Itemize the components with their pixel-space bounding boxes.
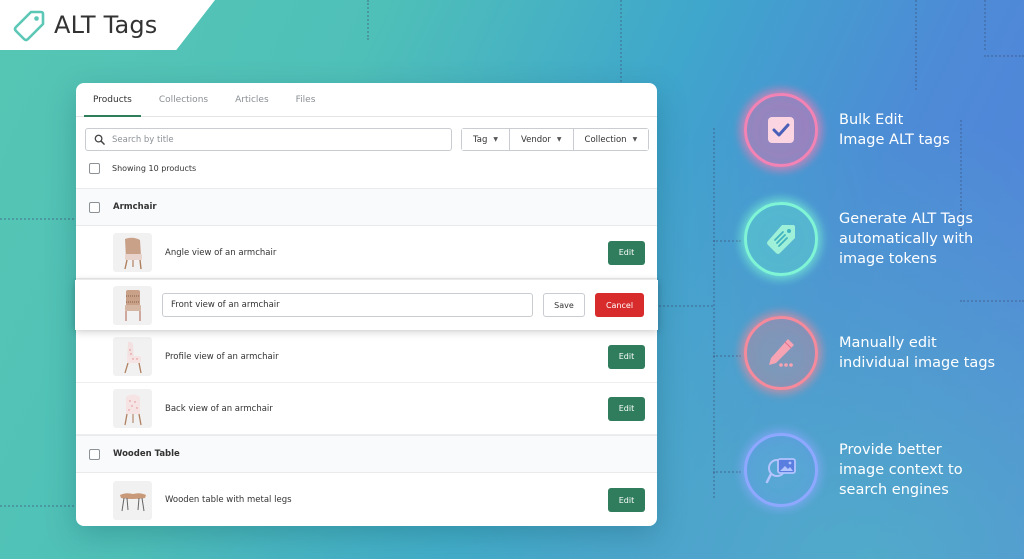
tag-filter-label: Tag <box>473 134 488 145</box>
list-item-editing: Save Cancel <box>75 280 658 330</box>
feature-manual-edit: Manually edit individual image tags <box>735 307 1019 399</box>
pencil-icon <box>769 339 794 367</box>
edit-button[interactable]: Edit <box>608 396 645 421</box>
list-item: Wooden table with metal legs Edit <box>76 474 657 526</box>
list-item: Back view of an armchair Edit <box>76 383 657 435</box>
feature-line: automatically with <box>839 231 974 247</box>
feature-ring <box>735 307 827 399</box>
dotted-line <box>620 0 622 90</box>
checkbox-icon <box>768 117 794 143</box>
tag-icon <box>13 10 45 42</box>
group-checkbox[interactable] <box>89 201 100 213</box>
dotted-line <box>984 55 1024 57</box>
collection-filter-label: Collection <box>584 134 627 145</box>
alt-text: Angle view of an armchair <box>165 247 277 258</box>
filter-group: Tag ▼ Vendor ▼ Collection ▼ <box>461 128 650 151</box>
vendor-filter-button[interactable]: Vendor ▼ <box>509 129 573 150</box>
product-thumbnail <box>113 233 152 272</box>
armchair-image <box>123 237 142 269</box>
tab-files[interactable]: Files <box>287 83 325 116</box>
tag-icon <box>767 225 795 254</box>
feature-line: Generate ALT Tags <box>839 211 973 227</box>
feature-line: image context to <box>839 462 963 478</box>
dotted-line <box>960 300 1024 302</box>
caret-down-icon: ▼ <box>632 136 638 143</box>
select-all-row: Showing 10 products <box>89 163 196 174</box>
feature-text: Generate ALT Tags automatically with ima… <box>839 209 1019 269</box>
feature-text: Manually edit individual image tags <box>839 333 1019 373</box>
dotted-line <box>713 128 715 498</box>
group-header: Wooden Table <box>76 435 657 473</box>
feature-line: search engines <box>839 482 949 498</box>
alt-text: Profile view of an armchair <box>165 351 279 362</box>
collection-filter-button[interactable]: Collection ▼ <box>572 129 649 150</box>
feature-text: Provide better image context to search e… <box>839 440 1019 500</box>
product-thumbnail <box>113 285 152 325</box>
armchair-image <box>123 394 142 425</box>
tab-collections[interactable]: Collections <box>150 83 217 116</box>
feature-line: image tokens <box>839 251 937 267</box>
feature-ring <box>735 424 827 516</box>
feature-line: Manually edit <box>839 335 937 351</box>
save-button[interactable]: Save <box>543 293 585 317</box>
feature-line: individual image tags <box>839 355 996 371</box>
dotted-line <box>984 0 986 50</box>
group-title: Wooden Table <box>113 449 180 459</box>
armchair-image <box>123 341 142 373</box>
tab-articles[interactable]: Articles <box>226 83 278 116</box>
caret-down-icon: ▼ <box>493 136 499 143</box>
select-all-checkbox[interactable] <box>89 163 100 174</box>
search-icon <box>94 134 105 145</box>
feature-generate-tags: Generate ALT Tags automatically with ima… <box>735 193 1019 285</box>
feature-ring <box>735 84 827 176</box>
alt-text: Wooden table with metal legs <box>165 495 292 505</box>
feature-bulk-edit: Bulk Edit Image ALT tags <box>735 84 1019 176</box>
armchair-image <box>124 290 141 321</box>
edit-button[interactable]: Edit <box>608 344 645 369</box>
table-image <box>119 493 146 512</box>
dotted-line <box>0 218 74 220</box>
group-header: Armchair <box>76 188 657 226</box>
vendor-filter-label: Vendor <box>521 134 551 145</box>
edit-button[interactable]: Edit <box>608 240 645 265</box>
feature-text: Bulk Edit Image ALT tags <box>839 110 1019 150</box>
caret-down-icon: ▼ <box>556 136 562 143</box>
feature-ring <box>735 193 827 285</box>
products-panel: Products Collections Articles Files Tag … <box>75 83 658 526</box>
filter-row: Tag ▼ Vendor ▼ Collection ▼ <box>85 128 650 151</box>
feature-line: Bulk Edit <box>839 112 904 128</box>
alt-text-input[interactable] <box>162 293 533 317</box>
list-item: Profile view of an armchair Edit <box>76 331 657 383</box>
image-search-icon <box>765 458 796 484</box>
brand-logo: ALT Tags <box>0 0 215 50</box>
tab-bar: Products Collections Articles Files <box>76 83 657 117</box>
feature-search-context: Provide better image context to search e… <box>735 424 1019 516</box>
product-thumbnail <box>113 337 152 376</box>
edit-button[interactable]: Edit <box>608 488 645 512</box>
showing-count: Showing 10 products <box>112 164 197 173</box>
search-box[interactable] <box>85 128 452 151</box>
tab-products[interactable]: Products <box>84 83 141 117</box>
group-checkbox[interactable] <box>89 448 100 460</box>
product-thumbnail <box>113 389 152 428</box>
product-thumbnail <box>113 480 152 520</box>
dotted-line <box>713 355 741 357</box>
dotted-line <box>0 505 74 507</box>
cancel-button[interactable]: Cancel <box>595 293 644 317</box>
alt-text: Back view of an armchair <box>165 403 273 414</box>
list-item: Angle view of an armchair Edit <box>76 227 657 279</box>
dotted-line <box>713 240 741 242</box>
search-input[interactable] <box>112 134 451 145</box>
tag-filter-button[interactable]: Tag ▼ <box>462 129 510 150</box>
feature-line: Provide better <box>839 442 942 458</box>
feature-line: Image ALT tags <box>839 132 950 148</box>
dotted-line <box>915 0 917 90</box>
dotted-line <box>367 0 369 40</box>
dotted-line <box>713 471 741 473</box>
brand-name: ALT Tags <box>54 11 158 39</box>
group-title: Armchair <box>113 202 157 212</box>
